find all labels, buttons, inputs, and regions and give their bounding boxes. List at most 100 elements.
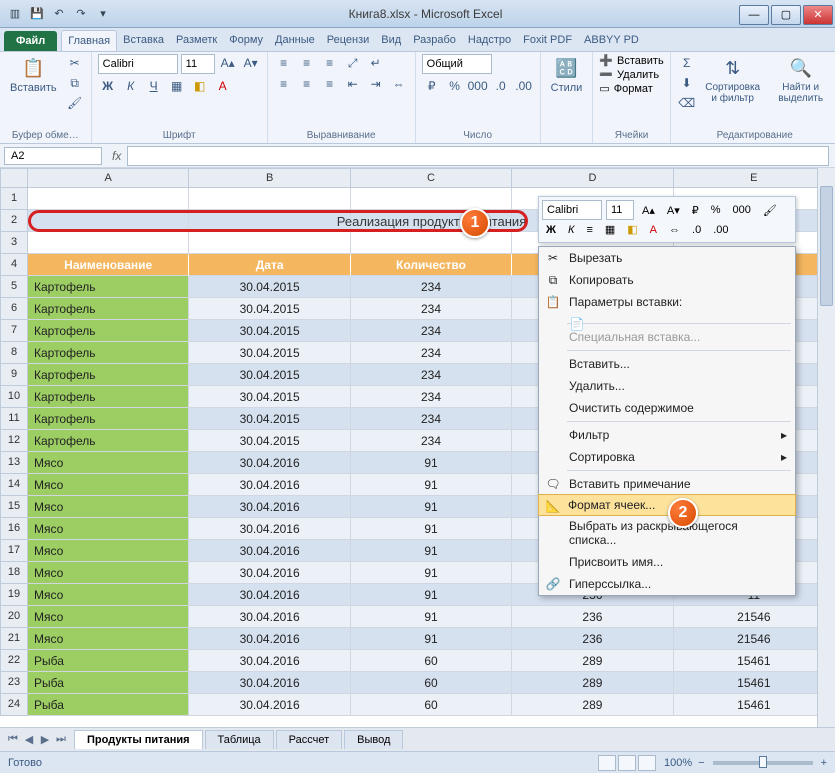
cell[interactable]: Картофель (28, 276, 189, 298)
ctx-sort[interactable]: Сортировка▸ (539, 446, 795, 468)
sheet-nav-next-icon[interactable]: ▶ (38, 733, 52, 746)
increase-decimal-icon[interactable]: .0 (491, 77, 511, 95)
row-header[interactable]: 8 (0, 342, 28, 364)
undo-icon[interactable]: ↶ (50, 5, 68, 23)
cell[interactable]: 30.04.2016 (189, 518, 350, 540)
row-header[interactable]: 17 (0, 540, 28, 562)
cell[interactable]: 91 (351, 628, 512, 650)
cell[interactable]: 15461 (674, 694, 835, 716)
cell[interactable]: 236 (512, 628, 673, 650)
cell[interactable]: Картофель (28, 342, 189, 364)
mini-merge-icon[interactable]: ⇔ (665, 223, 684, 237)
cell[interactable]: 60 (351, 650, 512, 672)
cell[interactable]: 234 (351, 364, 512, 386)
row-header[interactable]: 22 (0, 650, 28, 672)
cell[interactable]: Мясо (28, 562, 189, 584)
ctx-insert-comment[interactable]: 🗨Вставить примечание (539, 473, 795, 495)
cell[interactable]: 30.04.2016 (189, 628, 350, 650)
cell[interactable]: 30.04.2015 (189, 364, 350, 386)
cell[interactable]: 289 (512, 650, 673, 672)
formula-input[interactable] (127, 146, 829, 166)
mini-format-painter-icon[interactable]: 🖌 (759, 203, 781, 218)
name-box[interactable] (4, 147, 102, 165)
row-header[interactable]: 3 (0, 232, 28, 254)
fx-icon[interactable]: fx (106, 149, 127, 163)
sheet-tab[interactable]: Таблица (205, 730, 274, 749)
cell[interactable]: 234 (351, 408, 512, 430)
ribbon-tab[interactable]: Разрабо (407, 30, 462, 51)
cell[interactable]: 30.04.2016 (189, 672, 350, 694)
zoom-thumb[interactable] (759, 756, 767, 768)
font-size-combo[interactable]: 11 (181, 54, 215, 74)
cell[interactable]: Мясо (28, 518, 189, 540)
close-button[interactable]: ✕ (803, 5, 833, 25)
cell[interactable]: 234 (351, 276, 512, 298)
cell[interactable]: 30.04.2016 (189, 584, 350, 606)
cell[interactable]: Мясо (28, 606, 189, 628)
sheet-nav-first-icon[interactable]: ⏮ (6, 733, 20, 746)
cell[interactable] (28, 232, 189, 254)
cell[interactable]: 234 (351, 298, 512, 320)
column-header[interactable]: E (674, 168, 835, 188)
redo-icon[interactable]: ↷ (72, 5, 90, 23)
sort-filter-button[interactable]: ⇅ Сортировка и фильтр (701, 54, 765, 106)
align-middle-icon[interactable]: ≡ (297, 54, 317, 72)
ctx-format-cells[interactable]: 📐Формат ячеек... (538, 494, 796, 516)
save-icon[interactable]: 💾 (28, 5, 46, 23)
currency-icon[interactable]: ₽ (422, 77, 442, 95)
find-select-button[interactable]: 🔍 Найти и выделить (769, 54, 833, 106)
row-header[interactable]: 10 (0, 386, 28, 408)
ribbon-tab[interactable]: Рецензи (321, 30, 376, 51)
row-header[interactable]: 14 (0, 474, 28, 496)
ribbon-tab[interactable]: Разметк (170, 30, 223, 51)
cell[interactable]: 289 (512, 672, 673, 694)
font-color-icon[interactable]: A (213, 77, 233, 95)
cell[interactable]: 30.04.2016 (189, 562, 350, 584)
clear-icon[interactable]: ⌫ (677, 94, 697, 112)
cell[interactable]: Картофель (28, 430, 189, 452)
mini-bold-icon[interactable]: Ж (542, 223, 560, 237)
cell[interactable]: Картофель (28, 364, 189, 386)
row-header[interactable]: 12 (0, 430, 28, 452)
ctx-copy[interactable]: ⧉Копировать (539, 269, 795, 291)
row-header[interactable]: 23 (0, 672, 28, 694)
cell[interactable]: 30.04.2016 (189, 650, 350, 672)
align-left-icon[interactable]: ≡ (274, 75, 294, 93)
cell[interactable]: 30.04.2015 (189, 320, 350, 342)
ribbon-tab[interactable]: Вставка (117, 30, 170, 51)
cell[interactable]: Картофель (28, 386, 189, 408)
cell[interactable]: Мясо (28, 584, 189, 606)
merge-icon[interactable]: ⇔ (389, 75, 409, 93)
ribbon-tab[interactable]: Foxit PDF (517, 30, 578, 51)
cell[interactable]: 91 (351, 562, 512, 584)
cell[interactable]: 91 (351, 518, 512, 540)
comma-icon[interactable]: 000 (468, 77, 488, 95)
number-format-combo[interactable]: Общий (422, 54, 492, 74)
column-header[interactable]: A (28, 168, 189, 188)
sheet-nav-prev-icon[interactable]: ◀ (22, 733, 36, 746)
cell[interactable]: 15461 (674, 672, 835, 694)
cell[interactable]: 30.04.2015 (189, 408, 350, 430)
sheet-tab[interactable]: Продукты питания (74, 730, 203, 749)
cell[interactable]: Мясо (28, 628, 189, 650)
column-header[interactable]: B (189, 168, 350, 188)
cell[interactable]: Картофель (28, 408, 189, 430)
mini-decrease-font-icon[interactable]: A▾ (663, 203, 684, 218)
zoom-in-icon[interactable]: + (821, 757, 827, 769)
cell[interactable]: 234 (351, 430, 512, 452)
cell[interactable]: 234 (351, 342, 512, 364)
cell[interactable]: 21546 (674, 606, 835, 628)
table-header-cell[interactable]: Наименование (28, 254, 189, 276)
column-header[interactable]: C (351, 168, 512, 188)
cell[interactable]: Мясо (28, 474, 189, 496)
fill-icon[interactable]: ⬇ (677, 74, 697, 92)
paste-button[interactable]: 📋 Вставить (6, 54, 61, 96)
mini-size-combo[interactable]: 11 (606, 200, 634, 220)
cell[interactable]: 30.04.2016 (189, 606, 350, 628)
ctx-insert[interactable]: Вставить... (539, 353, 795, 375)
align-top-icon[interactable]: ≡ (274, 54, 294, 72)
cell[interactable]: 91 (351, 452, 512, 474)
mini-inc-decimal-icon[interactable]: .0 (688, 223, 705, 237)
mini-dec-decimal-icon[interactable]: .00 (709, 223, 732, 237)
cell[interactable] (189, 232, 350, 254)
